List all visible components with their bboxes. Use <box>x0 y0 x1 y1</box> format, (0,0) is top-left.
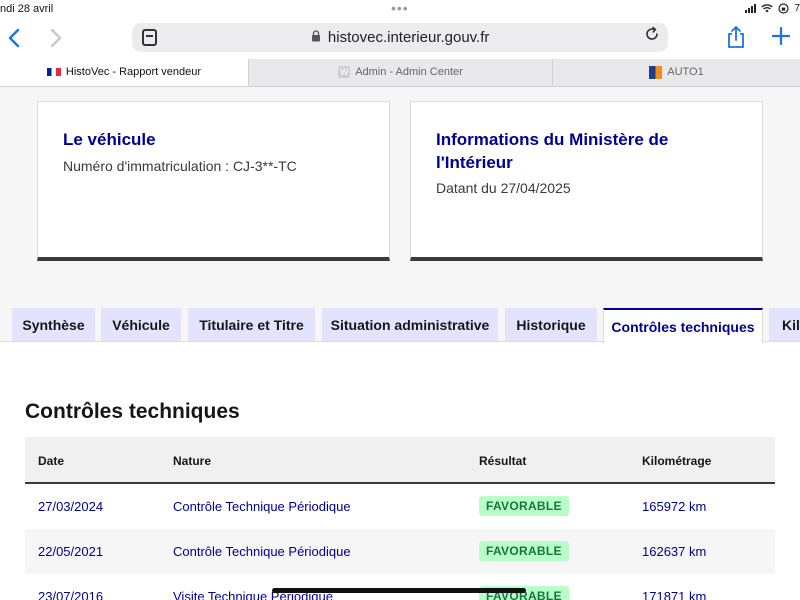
french-flag-icon <box>46 68 61 77</box>
registration-number: Numéro d'immatriculation : CJ-3**-TC <box>63 158 297 174</box>
url-display[interactable]: histovec.interieur.gouv.fr <box>132 29 668 46</box>
browser-tab-label: Admin - Admin Center <box>355 66 463 78</box>
controls-panel: Contrôles techniques Date Nature Résulta… <box>0 341 800 600</box>
chevron-left-icon <box>8 28 20 48</box>
browser-tab-histovec[interactable]: HistoVec - Rapport vendeur <box>0 59 248 86</box>
tab-synthese[interactable]: Synthèse <box>12 308 95 342</box>
cell-date: 22/05/2021 <box>38 544 104 559</box>
chevron-right-icon <box>50 28 62 48</box>
section-title: Contrôles techniques <box>25 400 240 423</box>
table-header: Date Nature Résultat Kilométrage <box>25 437 775 484</box>
reload-button[interactable] <box>644 26 660 47</box>
ministry-card-title: Informations du Ministère de l'Intérieur <box>436 128 668 174</box>
plus-icon <box>771 26 791 46</box>
ministry-card: Informations du Ministère de l'Intérieur… <box>410 101 763 261</box>
home-indicator[interactable] <box>272 588 526 593</box>
battery-level: 7 <box>794 3 800 14</box>
table-row: 27/03/2024 Contrôle Technique Périodique… <box>25 484 775 529</box>
column-header-mileage: Kilométrage <box>642 454 712 468</box>
cell-mileage: 162637 km <box>642 544 707 559</box>
ministry-title-line1: Informations du Ministère de <box>436 130 669 149</box>
share-button[interactable] <box>726 25 746 49</box>
column-header-result: Résultat <box>479 454 527 468</box>
column-header-nature: Nature <box>173 454 212 468</box>
tab-kilometrage[interactable]: Kil <box>769 308 800 342</box>
back-button[interactable] <box>8 24 26 52</box>
ministry-title-line2: l'Intérieur <box>436 153 513 172</box>
lock-icon <box>311 30 324 45</box>
browser-toolbar: histovec.interieur.gouv.fr <box>0 20 800 58</box>
vehicle-card: Le véhicule Numéro d'immatriculation : C… <box>37 101 390 261</box>
reload-icon <box>646 26 658 40</box>
new-tab-button[interactable] <box>771 21 791 51</box>
cell-mileage: 171871 km <box>642 589 707 600</box>
report-tablist: Synthèse Véhicule Titulaire et Titre Sit… <box>0 308 800 343</box>
forward-button[interactable] <box>50 24 68 52</box>
cell-mileage: 165972 km <box>642 499 707 514</box>
table-row: 23/07/2016 Visite Technique Périodique F… <box>25 574 775 600</box>
ministry-date: Datant du 27/04/2025 <box>436 180 571 196</box>
cell-date: 27/03/2024 <box>38 499 104 514</box>
result-badge: FAVORABLE <box>479 541 569 561</box>
cell-nature: Contrôle Technique Périodique <box>173 499 351 514</box>
status-bar: ndi 28 avril ••• 7 <box>0 0 800 20</box>
signal-icon <box>745 4 757 13</box>
w-favicon-icon: W <box>338 66 351 79</box>
browser-tab-label: AUTO1 <box>667 66 704 78</box>
browser-tab-admin[interactable]: W Admin - Admin Center <box>248 59 552 86</box>
table-row: 22/05/2021 Contrôle Technique Périodique… <box>25 529 775 574</box>
share-icon <box>728 25 744 48</box>
address-bar[interactable]: histovec.interieur.gouv.fr <box>132 23 668 52</box>
orientation-lock-icon <box>778 3 790 14</box>
tab-situation-administrative[interactable]: Situation administrative <box>322 308 498 342</box>
tab-titulaire-titre[interactable]: Titulaire et Titre <box>188 308 315 342</box>
auto1-favicon-icon <box>649 65 663 79</box>
browser-tab-label: HistoVec - Rapport vendeur <box>65 66 202 78</box>
browser-tab-strip: HistoVec - Rapport vendeur W Admin - Admi… <box>0 59 800 87</box>
tab-historique[interactable]: Historique <box>505 308 597 342</box>
tab-vehicule[interactable]: Véhicule <box>101 308 181 342</box>
multitasking-dots-icon[interactable]: ••• <box>391 0 409 16</box>
wifi-icon <box>761 4 774 13</box>
status-right: 7 <box>745 3 800 14</box>
browser-tab-auto1[interactable]: AUTO1 <box>552 59 800 86</box>
vehicle-card-title: Le véhicule <box>63 130 156 149</box>
url-text: histovec.interieur.gouv.fr <box>327 29 490 46</box>
controls-table: Date Nature Résultat Kilométrage 27/03/2… <box>25 437 775 600</box>
column-header-date: Date <box>38 454 65 468</box>
status-date: ndi 28 avril <box>0 3 54 15</box>
cell-date: 23/07/2016 <box>38 589 104 600</box>
tab-controles-techniques[interactable]: Contrôles techniques <box>603 308 763 343</box>
cell-nature: Contrôle Technique Périodique <box>173 544 351 559</box>
page-content: Le véhicule Numéro d'immatriculation : C… <box>0 87 800 600</box>
result-badge: FAVORABLE <box>479 496 569 516</box>
